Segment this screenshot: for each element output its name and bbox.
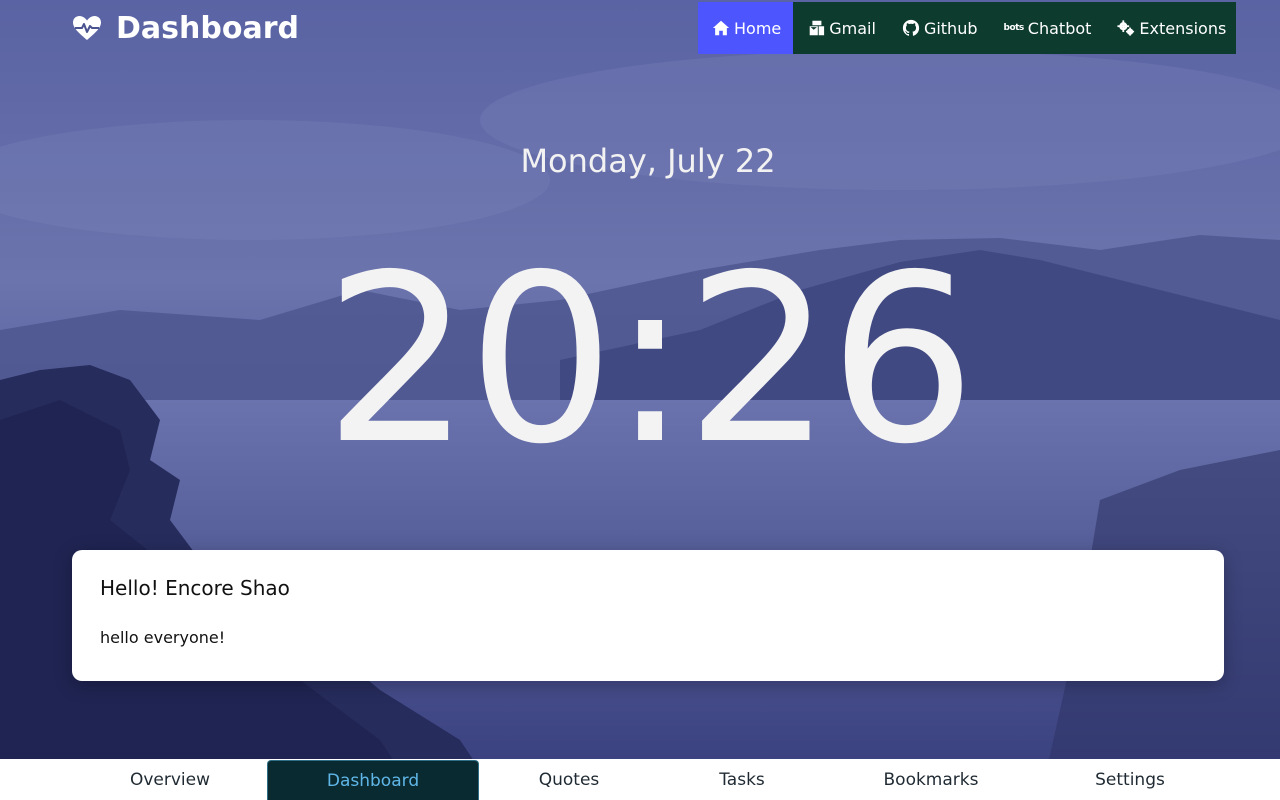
heartbeat-icon — [72, 15, 102, 41]
tab-overview[interactable]: Overview — [100, 759, 240, 800]
brand[interactable]: Dashboard — [72, 8, 299, 48]
github-icon — [902, 19, 920, 36]
tab-tasks[interactable]: Tasks — [690, 759, 794, 800]
tab-dashboard[interactable]: Dashboard — [267, 760, 479, 800]
nav-item-label: Gmail — [829, 18, 876, 38]
home-icon — [712, 20, 730, 36]
cogs-icon — [1117, 20, 1135, 36]
nav-item-extensions[interactable]: Extensions — [1103, 2, 1238, 54]
bottom-tab-bar: Overview Dashboard Quotes Tasks Bookmark… — [0, 759, 1280, 800]
nav-item-github[interactable]: Github — [888, 2, 990, 54]
nav-item-chatbot[interactable]: bots Chatbot — [990, 2, 1104, 54]
nav-item-home[interactable]: Home — [698, 2, 794, 54]
tab-quotes[interactable]: Quotes — [510, 759, 628, 800]
greeting-card: Hello! Encore Shao hello everyone! — [72, 550, 1224, 681]
brand-title: Dashboard — [116, 10, 299, 46]
nav-item-gmail[interactable]: Gmail — [793, 2, 888, 54]
mail-bulk-icon — [809, 20, 825, 36]
tab-settings[interactable]: Settings — [1076, 759, 1184, 800]
nav-item-label: Github — [923, 18, 978, 38]
top-navigation: Home Gmail Github bots Chatbot Extension… — [698, 2, 1236, 54]
date-display: Monday, July 22 — [520, 142, 776, 180]
greeting-message: hello everyone! — [100, 628, 226, 647]
bots-icon: bots — [1003, 23, 1025, 33]
greeting-title: Hello! Encore Shao — [100, 576, 290, 600]
tab-bookmarks[interactable]: Bookmarks — [866, 759, 996, 800]
nav-item-label: Chatbot — [1027, 18, 1092, 38]
nav-item-label: Home — [734, 18, 782, 38]
nav-item-label: Extensions — [1139, 18, 1227, 38]
clock-display: 20:26 — [323, 225, 977, 495]
